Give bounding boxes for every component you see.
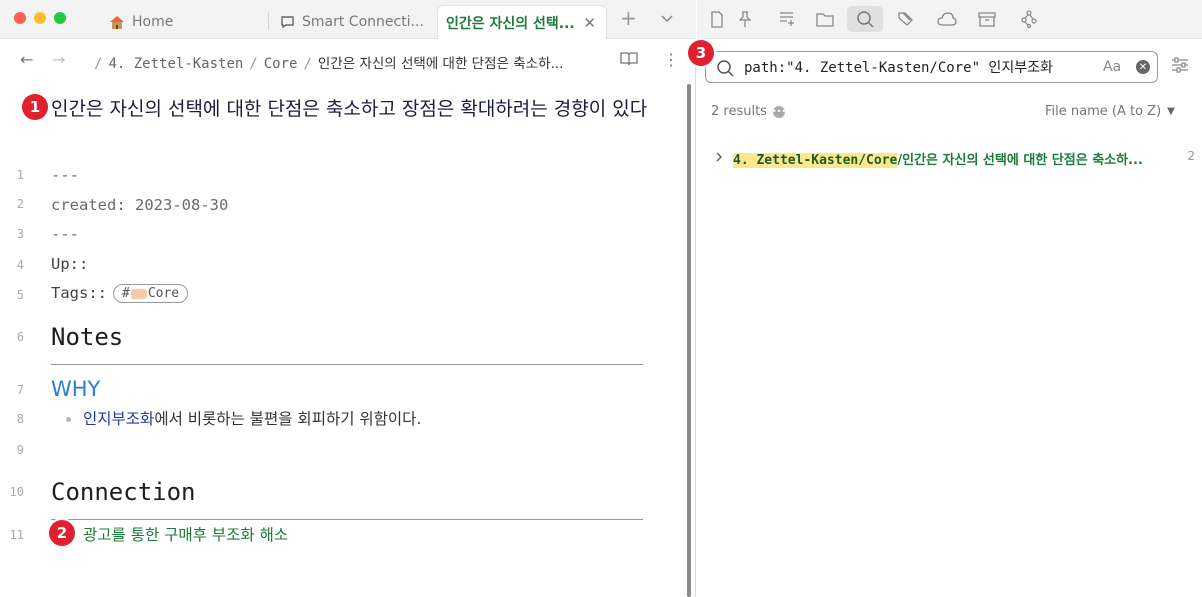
chevron-right-icon[interactable] <box>715 151 733 166</box>
frontmatter-close[interactable]: --- <box>51 225 79 243</box>
sort-dropdown[interactable]: File name (A to Z) ▼ <box>1045 104 1175 119</box>
result-match-highlight: 4. Zettel-Kasten/Core <box>733 152 898 168</box>
folder-icon[interactable] <box>807 6 843 32</box>
forward-arrow-icon[interactable]: → <box>52 50 65 69</box>
tag-pill[interactable]: # Core <box>113 284 189 303</box>
new-tab-button[interactable]: + <box>620 6 637 30</box>
page-title[interactable]: 인간은 자신의 선택에 대한 단점은 축소하고 장점은 확대하려는 경향이 있다 <box>51 96 651 123</box>
graph-icon[interactable] <box>1011 6 1047 32</box>
redacted-mark <box>130 288 147 299</box>
editor-scrollbar[interactable] <box>687 84 691 597</box>
frontmatter-created[interactable]: created: 2023-08-30 <box>51 196 228 214</box>
heading-notes[interactable]: Notes <box>51 323 123 351</box>
result-title[interactable]: 4. Zettel-Kasten/Core/인간은 자신의 선택에 대한 단점은… <box>733 149 1143 168</box>
annotation-badge-3: 3 <box>688 40 714 66</box>
match-case-toggle[interactable]: Aa <box>1103 59 1121 75</box>
breadcrumb: /4. Zettel-Kasten / Core / 인간은 자신의 선택에 대한 단점… <box>94 56 564 72</box>
sidebar-toolbar <box>697 0 1202 39</box>
line-number: 6 <box>16 330 24 344</box>
heading-divider <box>51 364 643 365</box>
search-settings-icon[interactable] <box>1171 56 1189 78</box>
more-options-icon[interactable]: ••• <box>772 105 786 118</box>
results-summary: 2 results ••• <box>711 104 786 119</box>
tab-label: Smart Connecti... <box>302 14 424 30</box>
sort-label: File name (A to Z) <box>1045 104 1162 119</box>
result-match-count: 2 <box>1187 149 1195 163</box>
line-number: 11 <box>9 528 24 542</box>
tab-label: 인간은 자신의 선택... <box>446 15 575 32</box>
breadcrumb-current[interactable]: 인간은 자신의 선택에 대한 단점은 축소하... <box>318 56 563 72</box>
bullet-icon <box>66 417 71 422</box>
tag-value: Core <box>147 286 180 301</box>
archive-icon[interactable] <box>969 6 1005 32</box>
connection-link[interactable]: 광고를 통한 구매후 부조화 해소 <box>83 523 288 545</box>
back-arrow-icon[interactable]: ← <box>20 50 33 69</box>
search-input[interactable] <box>744 56 1094 78</box>
list-item[interactable]: 인지부조화에서 비롯하는 불편을 회피하기 위함이다. <box>83 407 421 429</box>
results-count: 2 results <box>711 104 767 119</box>
internal-link[interactable]: 인지부조화 <box>83 410 154 428</box>
annotation-badge-2: 2 <box>49 520 75 546</box>
line-number: 1 <box>16 168 24 182</box>
line-number: 2 <box>16 197 24 211</box>
list-item-text: 에서 비롯하는 불편을 회피하기 위함이다. <box>154 410 422 428</box>
line-number: 9 <box>16 443 24 457</box>
search-box: Aa ✕ <box>705 51 1158 83</box>
tab-current-note[interactable]: 인간은 자신의 선택... ✕ <box>437 5 607 39</box>
line-number: 10 <box>9 485 24 499</box>
search-pane: Aa ✕ 2 results ••• File name (A to Z) ▼ … <box>688 0 1202 597</box>
search-icon <box>716 59 734 81</box>
tab-divider <box>268 12 269 30</box>
search-tab-icon[interactable] <box>847 6 883 32</box>
result-path-rest: /인간은 자신의 선택에 대한 단점은 축소하... <box>897 152 1143 168</box>
tag-prefix: # <box>122 286 130 301</box>
new-list-icon[interactable] <box>769 6 805 32</box>
search-result-item[interactable]: 4. Zettel-Kasten/Core/인간은 자신의 선택에 대한 단점은… <box>715 146 1195 170</box>
more-options-icon[interactable]: ⋮ <box>663 50 679 69</box>
tags-label: Tags:: <box>51 284 107 302</box>
clear-search-icon[interactable]: ✕ <box>1136 60 1150 74</box>
line-number: 7 <box>16 383 24 397</box>
heading-why[interactable]: WHY <box>51 377 100 401</box>
chat-icon <box>278 14 296 30</box>
heading-divider <box>51 519 643 520</box>
breadcrumb-subfolder[interactable]: Core <box>264 56 298 72</box>
cloud-icon[interactable] <box>929 6 965 32</box>
chevron-down-icon: ▼ <box>1167 106 1175 117</box>
line-number: 8 <box>16 412 24 426</box>
close-window-button[interactable] <box>14 12 26 24</box>
minimize-window-button[interactable] <box>34 12 46 24</box>
tags-field[interactable]: Tags:: # Core <box>51 284 189 303</box>
line-number: 3 <box>16 227 24 241</box>
heading-connection[interactable]: Connection <box>51 478 196 506</box>
line-number: 4 <box>16 258 24 272</box>
breadcrumb-folder[interactable]: 4. Zettel-Kasten <box>108 56 243 72</box>
editor-pane: Home Smart Connecti... 인간은 자신의 선택... ✕ +… <box>0 0 696 597</box>
tags-icon[interactable] <box>889 6 925 32</box>
close-icon[interactable]: ✕ <box>583 14 596 32</box>
tab-home[interactable]: Home <box>100 5 265 39</box>
tab-bar: Home Smart Connecti... 인간은 자신의 선택... ✕ + <box>0 0 696 39</box>
line-number: 5 <box>16 288 24 302</box>
frontmatter-open[interactable]: --- <box>51 166 79 184</box>
tab-label: Home <box>132 14 174 30</box>
zoom-window-button[interactable] <box>54 12 66 24</box>
up-field[interactable]: Up:: <box>51 255 88 273</box>
annotation-badge-1: 1 <box>22 94 48 120</box>
reading-view-icon[interactable] <box>620 51 638 71</box>
note-header: ← → /4. Zettel-Kasten / Core / 인간은 자신의 선택에 대… <box>0 40 690 80</box>
chevron-down-icon[interactable] <box>660 9 674 28</box>
tab-smart-connections[interactable]: Smart Connecti... <box>270 5 436 39</box>
pin-icon[interactable] <box>727 6 763 32</box>
home-icon <box>108 14 126 30</box>
